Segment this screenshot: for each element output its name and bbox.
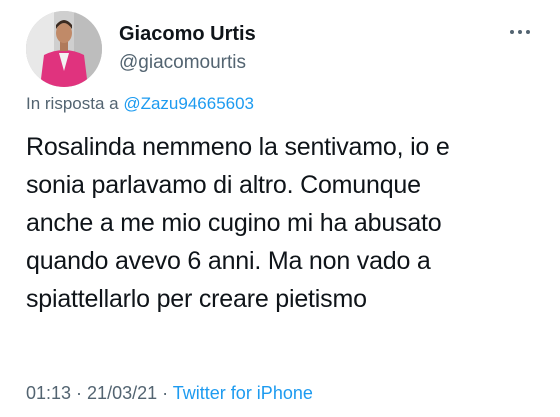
tweet-text: Rosalinda nemmeno la sentivamo, io e son… (26, 128, 546, 318)
tweet-source-link[interactable]: Twitter for iPhone (173, 383, 313, 403)
tweet-text-line: spiattellarlo per creare pietismo (26, 285, 367, 313)
tweet-meta: 01:13 · 21/03/21 · Twitter for iPhone (26, 383, 313, 404)
reply-prefix: In risposta a (26, 94, 124, 113)
reply-context: In risposta a @Zazu94665603 (26, 94, 254, 114)
tweet-text-line: anche a me mio cugino mi ha abusato (26, 209, 442, 237)
tweet-text-line: quando avevo 6 anni. Ma non vado a (26, 247, 431, 275)
tweet-card: Giacomo Urtis @giacomourtis In risposta … (0, 0, 560, 417)
tweet-text-line: Rosalinda nemmeno la sentivamo, io e (26, 133, 450, 161)
author-display-name[interactable]: Giacomo Urtis (119, 23, 256, 46)
reply-mention-link[interactable]: @Zazu94665603 (123, 94, 254, 113)
more-horizontal-icon[interactable] (507, 25, 533, 39)
avatar-image (26, 11, 102, 87)
tweet-date[interactable]: 21/03/21 (87, 383, 157, 403)
meta-separator: · (71, 383, 88, 403)
tweet-text-line: sonia parlavamo di altro. Comunque (26, 171, 421, 199)
avatar[interactable] (26, 11, 102, 87)
meta-separator: · (157, 383, 173, 403)
tweet-time[interactable]: 01:13 (26, 383, 71, 403)
author-handle[interactable]: @giacomourtis (119, 52, 246, 74)
